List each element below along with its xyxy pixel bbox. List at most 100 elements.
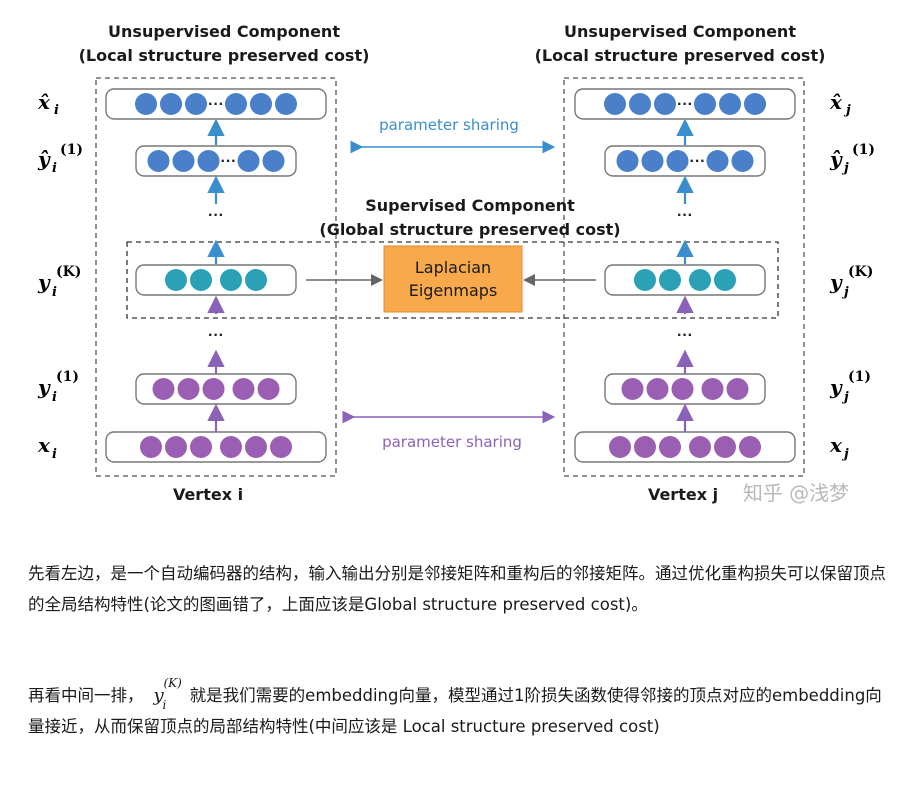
left-yhat-node xyxy=(197,150,220,172)
right-layer-yK-box xyxy=(604,264,766,296)
svg-text:(1): (1) xyxy=(852,142,875,158)
laplacian-eigenmaps-box xyxy=(383,245,523,313)
svg-text:y: y xyxy=(37,375,51,399)
svg-text:y: y xyxy=(829,375,843,399)
right-vertical-ellipsis: ··· xyxy=(677,327,693,344)
laplacian-line1: Laplacian xyxy=(415,258,491,277)
para2-before: 再看中间一排， xyxy=(28,686,144,705)
paragraph-embedding: 再看中间一排， y (K) i 就是我们需要的embedding向量，模型通过1阶损失函… xyxy=(28,676,898,742)
laplacian-line2: Eigenmaps xyxy=(409,281,498,300)
svg-text:i: i xyxy=(54,103,59,118)
left-layer-yK-box xyxy=(135,264,297,296)
right-y1-node xyxy=(671,378,694,400)
right-layer-xhat: ··· xyxy=(574,88,796,120)
left-component-title-line2: (Local structure preserved cost) xyxy=(79,46,370,65)
left-layer-x-box xyxy=(105,431,327,463)
parameter-sharing-bottom-label: parameter sharing xyxy=(382,433,522,451)
svg-text:ŷ: ŷ xyxy=(829,147,843,171)
left-layer-yK xyxy=(135,264,297,296)
paragraph-autoencoder: 先看左边，是一个自动编码器的结构，输入输出分别是邻接矩阵和重构后的邻接矩阵。通过… xyxy=(28,564,886,614)
left-encoder-stack: ··· ··· ··· ··· xyxy=(105,88,327,463)
right-xhat-node xyxy=(604,93,626,115)
left-x-node xyxy=(140,436,162,458)
right-yhat-node xyxy=(616,150,639,172)
right-y1-node xyxy=(701,378,724,400)
right-yhat-label: ŷ j (1) xyxy=(829,142,875,176)
left-component-title-line1: Unsupervised Component xyxy=(108,22,340,41)
left-yhat-node xyxy=(172,150,195,172)
left-layer-yhat: ··· xyxy=(135,145,297,177)
left-x-label: x i xyxy=(37,433,57,462)
right-layer-yhat: ··· xyxy=(604,145,766,177)
parameter-sharing-top-label: parameter sharing xyxy=(379,116,519,134)
left-x-node xyxy=(190,436,212,458)
left-layer-x xyxy=(105,431,327,463)
svg-text:(K): (K) xyxy=(848,264,873,280)
embedding-math-symbol: y (K) i xyxy=(153,676,182,712)
right-x-node xyxy=(659,436,681,458)
svg-text:y: y xyxy=(37,270,51,294)
right-x-node xyxy=(739,436,761,458)
right-yK-node xyxy=(659,269,681,291)
left-layer-xhat: ··· xyxy=(105,88,327,120)
svg-text:(K): (K) xyxy=(56,264,81,280)
left-x-node xyxy=(220,436,242,458)
supervised-title-line2: (Global structure preserved cost) xyxy=(319,220,620,239)
svg-text:i: i xyxy=(52,161,57,176)
left-xhat-node xyxy=(275,93,297,115)
vertex-j-label: Vertex j xyxy=(648,485,718,504)
left-x-node xyxy=(270,436,292,458)
right-yK-node xyxy=(634,269,656,291)
left-xhat-node xyxy=(225,93,247,115)
sdne-architecture-diagram: Unsupervised Component (Local structure … xyxy=(0,0,921,530)
right-yhat-ellipsis: ··· xyxy=(690,153,706,170)
right-xhat-node xyxy=(654,93,676,115)
right-xhat-ellipsis: ··· xyxy=(677,96,693,113)
right-xhat-node xyxy=(719,93,741,115)
svg-text:j: j xyxy=(841,447,849,462)
right-yK-node xyxy=(714,269,736,291)
right-yK-node xyxy=(689,269,711,291)
left-vertical-ellipsis: ··· xyxy=(208,327,224,344)
right-layer-y1 xyxy=(604,373,766,405)
left-yhat-node xyxy=(147,150,170,172)
svg-text:(1): (1) xyxy=(56,369,79,385)
right-vertical-ellipsis: ··· xyxy=(677,207,693,224)
right-yhat-node xyxy=(731,150,754,172)
left-yK-node xyxy=(245,269,267,291)
left-yhat-label: ŷ i (1) xyxy=(37,142,83,176)
right-xhat-node xyxy=(629,93,651,115)
left-xhat-ellipsis: ··· xyxy=(208,96,224,113)
svg-text:j: j xyxy=(841,285,849,300)
svg-text:x̂: x̂ xyxy=(37,90,51,114)
right-y1-node xyxy=(726,378,749,400)
left-yK-node xyxy=(220,269,242,291)
watermark: 知乎 @浅梦 xyxy=(743,481,849,505)
right-yhat-node xyxy=(706,150,729,172)
left-layer-y1 xyxy=(135,373,297,405)
right-xhat-node xyxy=(744,93,766,115)
right-x-node xyxy=(634,436,656,458)
left-xhat-node xyxy=(250,93,272,115)
svg-text:x: x xyxy=(829,433,843,457)
svg-text:x: x xyxy=(37,433,51,457)
right-x-node xyxy=(609,436,631,458)
svg-text:(1): (1) xyxy=(848,369,871,385)
right-y1-label: y j (1) xyxy=(829,369,871,405)
right-xhat-label: x̂ j xyxy=(829,90,851,118)
left-x-node xyxy=(245,436,267,458)
left-y1-node xyxy=(232,378,255,400)
left-x-node xyxy=(165,436,187,458)
right-xhat-node xyxy=(694,93,716,115)
right-yhat-node xyxy=(666,150,689,172)
left-xhat-node xyxy=(185,93,207,115)
left-yK-node xyxy=(165,269,187,291)
left-y1-node xyxy=(202,378,225,400)
left-yhat-node xyxy=(262,150,285,172)
svg-text:i: i xyxy=(52,285,57,300)
left-y1-node xyxy=(257,378,280,400)
svg-text:ŷ: ŷ xyxy=(37,147,51,171)
left-yhat-ellipsis: ··· xyxy=(221,153,237,170)
svg-text:x̂: x̂ xyxy=(829,90,843,114)
right-layer-yK xyxy=(604,264,766,296)
